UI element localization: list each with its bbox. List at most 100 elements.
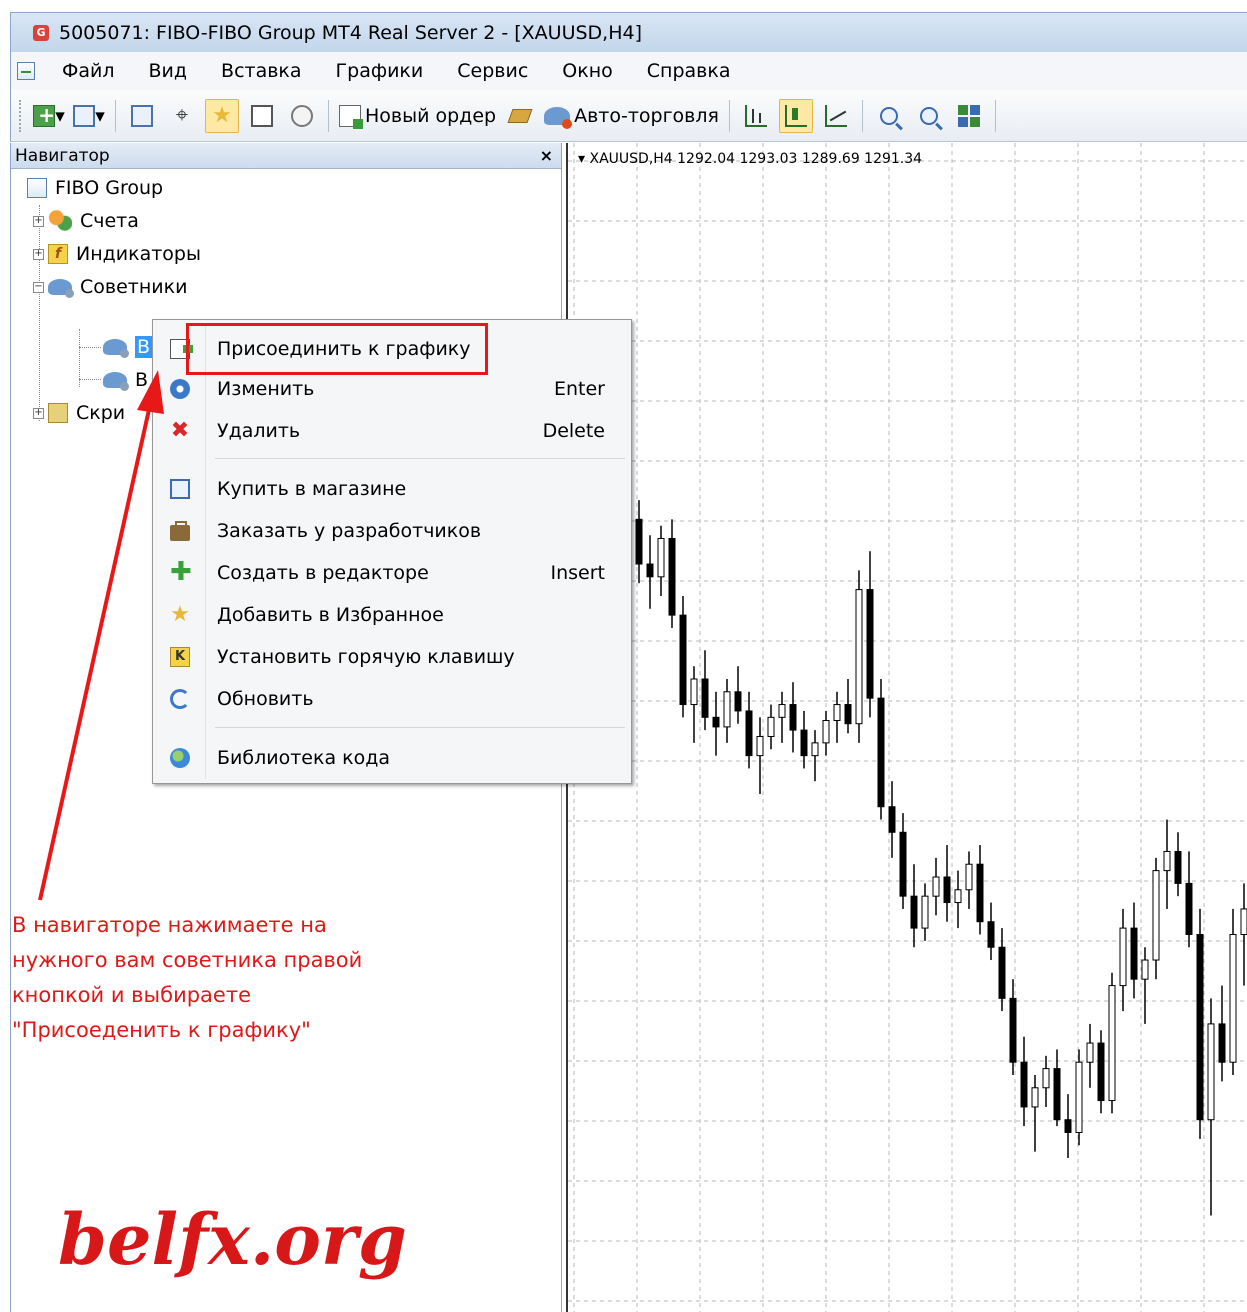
- menu-item-modify[interactable]: Изменить Enter: [155, 369, 629, 409]
- menu-item-refresh[interactable]: Обновить: [155, 679, 629, 719]
- experts-icon: [48, 279, 74, 298]
- zoom-out-button[interactable]: [912, 99, 946, 133]
- new-chart-button[interactable]: ▾: [32, 99, 66, 133]
- tree-item-label: B: [135, 369, 149, 391]
- expand-icon[interactable]: +: [33, 407, 44, 419]
- toolbar-grip[interactable]: [19, 99, 23, 132]
- menu-charts[interactable]: Графики: [319, 60, 441, 82]
- auto-trading-button[interactable]: Авто-торговля: [543, 99, 720, 133]
- tile-windows-button[interactable]: [952, 99, 986, 133]
- expand-icon[interactable]: +: [33, 215, 44, 227]
- briefcase-icon: [170, 520, 190, 541]
- globe-icon: [170, 748, 190, 768]
- navigator-button[interactable]: ★: [205, 98, 239, 133]
- menu-insert[interactable]: Вставка: [204, 60, 319, 82]
- candle-body: [976, 863, 984, 923]
- candle-body: [954, 889, 962, 904]
- data-window-button[interactable]: ⌖: [165, 99, 199, 133]
- collapse-icon[interactable]: −: [33, 281, 44, 293]
- candle-body: [767, 716, 775, 737]
- menu-item-delete[interactable]: ✖ Удалить Delete: [155, 411, 629, 451]
- menu-item-shortcut: Enter: [554, 378, 605, 400]
- candle-body: [1185, 882, 1193, 935]
- menu-item-label: Библиотека кода: [217, 747, 391, 769]
- candle-body: [1141, 959, 1149, 980]
- tree-item-label: Советники: [80, 276, 188, 298]
- menu-file[interactable]: Файл: [45, 60, 132, 82]
- chart-header: ▾ XAUUSD,H4 1292.04 1293.03 1289.69 1291…: [578, 151, 923, 167]
- refresh-icon: [170, 689, 190, 709]
- candle-body: [800, 729, 808, 757]
- candle-body: [1119, 927, 1127, 987]
- menu-item-add-to-favorites[interactable]: ★ Добавить в Избранное: [155, 595, 629, 635]
- tree-item-label: Скри: [76, 402, 126, 424]
- tree-item-accounts[interactable]: + Счета: [33, 206, 139, 236]
- menu-item-buy-in-market[interactable]: Купить в магазине: [155, 469, 629, 509]
- bar-chart-button[interactable]: [739, 99, 773, 133]
- candle-body: [635, 518, 643, 565]
- chart-window[interactable]: ▾ XAUUSD,H4 1292.04 1293.03 1289.69 1291…: [566, 143, 1247, 1312]
- candle-body: [1196, 933, 1204, 1121]
- profiles-button[interactable]: ▾: [72, 99, 106, 133]
- terminal-button[interactable]: [245, 99, 279, 133]
- menu-item-label: Изменить: [217, 378, 315, 400]
- tree-item-label: B: [135, 336, 153, 358]
- annotation-line: кнопкой и выбираете: [12, 983, 251, 1007]
- tree-item-indicators[interactable]: + f Индикаторы: [33, 239, 201, 269]
- plus-icon: ✚: [170, 557, 192, 587]
- candle-body: [1152, 870, 1160, 961]
- terminal-root-icon: [27, 178, 47, 198]
- menu-tools[interactable]: Сервис: [440, 60, 545, 82]
- new-order-button[interactable]: Новый ордер: [338, 99, 497, 133]
- tree-item-experts[interactable]: − Советники: [33, 272, 187, 302]
- tree-item-scripts[interactable]: + Скри: [33, 398, 125, 428]
- editor-icon: [507, 108, 533, 123]
- zoom-in-icon: [879, 106, 898, 125]
- menu-item-set-hotkey[interactable]: K Установить горячую клавишу: [155, 637, 629, 677]
- menu-separator: [215, 458, 625, 459]
- candle-body: [745, 710, 753, 757]
- brand-watermark: belfx.org: [58, 1198, 407, 1281]
- annotation-line: В навигаторе нажимаете на: [12, 913, 327, 937]
- tree-root[interactable]: FIBO Group: [27, 173, 163, 203]
- tree-item-expert-selected[interactable]: B: [103, 332, 153, 362]
- candle-body: [1020, 1061, 1028, 1108]
- candle-body: [921, 895, 929, 929]
- expand-icon[interactable]: +: [33, 248, 44, 260]
- tree-line: [79, 379, 101, 380]
- menu-separator: [215, 727, 625, 728]
- menu-window[interactable]: Окно: [545, 60, 629, 82]
- market-watch-button[interactable]: [125, 99, 159, 133]
- zoom-out-icon: [919, 106, 938, 125]
- strategy-tester-button[interactable]: [285, 99, 319, 133]
- candle-body: [1218, 1023, 1226, 1063]
- menu-item-create-in-editor[interactable]: ✚ Создать в редакторе Insert: [155, 553, 629, 593]
- candlestick-button[interactable]: [778, 98, 813, 133]
- candle-body: [877, 697, 885, 808]
- menu-item-code-base[interactable]: Библиотека кода: [155, 738, 629, 778]
- close-icon[interactable]: ×: [540, 146, 553, 165]
- navigator-title: Навигатор: [15, 145, 110, 166]
- zoom-in-button[interactable]: [872, 99, 906, 133]
- accounts-icon: [48, 210, 72, 232]
- document-icon[interactable]: [17, 62, 35, 80]
- expert-icon: [103, 339, 129, 358]
- menu-view[interactable]: Вид: [132, 60, 205, 82]
- meta-editor-button[interactable]: [503, 99, 537, 133]
- context-menu: Присоединить к графику Изменить Enter ✖ …: [152, 319, 632, 784]
- candle-body: [855, 589, 863, 725]
- terminal-icon: [251, 104, 273, 127]
- menu-help[interactable]: Справка: [630, 60, 748, 82]
- menu-item-order-from-developers[interactable]: Заказать у разработчиков: [155, 511, 629, 551]
- tree-item-label: Счета: [80, 210, 139, 232]
- auto-trading-label: Авто-торговля: [574, 104, 719, 127]
- candle-body: [789, 704, 797, 731]
- tree-item-expert[interactable]: B: [103, 365, 148, 395]
- candle-body: [833, 704, 841, 722]
- new-order-label: Новый ордер: [365, 104, 497, 127]
- candle-body: [723, 691, 731, 728]
- menu-item-label: Установить горячую клавишу: [217, 646, 515, 668]
- line-chart-button[interactable]: [819, 99, 853, 133]
- candle-body: [1240, 908, 1247, 935]
- expert-icon: [103, 372, 129, 391]
